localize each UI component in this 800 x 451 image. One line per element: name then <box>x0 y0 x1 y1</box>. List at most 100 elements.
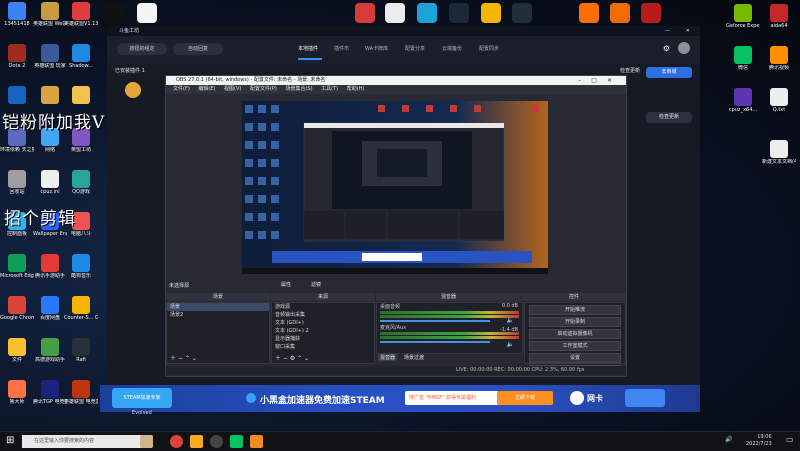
desktop-icon[interactable]: 高德游戏助手 <box>33 338 67 363</box>
avatar[interactable] <box>678 42 690 54</box>
source-item[interactable]: 文本 (GDI+) <box>272 319 374 327</box>
desktop-icon[interactable]: QQ游戏 <box>64 170 98 195</box>
scene-add-remove-icons[interactable]: ＋ − ⌃ ⌄ <box>170 353 197 362</box>
tab-cloud-backup[interactable]: 云端备份 <box>442 45 462 52</box>
mixer-tab[interactable]: 混音器 <box>378 354 398 361</box>
owl-app-icon[interactable] <box>481 3 501 23</box>
mute-speaker-icon[interactable]: 🔈 <box>507 317 514 324</box>
desktop-icon[interactable]: 微信 <box>726 46 760 71</box>
red-app-icon[interactable] <box>641 3 661 23</box>
studio-mode-button[interactable]: 工作室模式 <box>529 341 621 351</box>
desktop-icon[interactable]: Microsoft Edge <box>0 254 34 279</box>
stripe-app-icon[interactable] <box>385 3 405 23</box>
desktop-icon[interactable]: Counter-S... Global Off... <box>64 296 98 321</box>
close-icon[interactable]: ✕ <box>686 26 690 36</box>
desktop-icon[interactable]: aida64 <box>762 4 796 29</box>
scene-item[interactable]: 场景2 <box>167 311 269 319</box>
desktop-icon[interactable]: 新建文本文档(4).txt <box>762 140 796 165</box>
mute-speaker-icon[interactable]: 🔈 <box>507 341 514 348</box>
source-item[interactable]: 音频输出采集 <box>272 311 374 319</box>
source-item[interactable]: 窗口采集 <box>272 343 374 351</box>
desktop-icon[interactable]: 鲁大师 <box>0 380 34 405</box>
speaker-icon[interactable]: 🔊 <box>725 436 732 443</box>
desktop-icon[interactable] <box>0 86 34 105</box>
notification-icon[interactable]: ▭ <box>786 435 794 444</box>
go-store-button[interactable]: 去商城 <box>646 67 692 78</box>
settings-icon[interactable]: ⚙ <box>663 44 670 53</box>
desktop-icon[interactable]: 文件 <box>0 338 34 363</box>
nav-pill-button[interactable]: 按钮的组定 <box>117 43 167 55</box>
menu-file[interactable]: 文件(F) <box>173 86 190 92</box>
desktop-icon[interactable]: Dota 2 <box>0 44 34 69</box>
desktop-icon[interactable]: Rafi <box>64 338 98 363</box>
desktop-icon[interactable]: 英雄联盟 电竞盒 <box>64 380 98 405</box>
window-controls[interactable]: –□✕ <box>578 76 622 85</box>
windows-start-icon[interactable]: ⊞ <box>6 435 14 446</box>
nd-app-icon[interactable] <box>103 3 123 23</box>
blank-file-icon[interactable] <box>137 3 157 23</box>
start-recording-button[interactable]: 开始录制 <box>529 317 621 327</box>
desktop-icon[interactable]: Q.txt <box>762 88 796 113</box>
source-add-remove-icons[interactable]: ＋ − ⚙ ⌃ ⌄ <box>275 353 309 362</box>
dark-circle-app-icon[interactable] <box>512 3 532 23</box>
update-button[interactable]: 检查更新 <box>646 112 692 123</box>
wechat-icon[interactable] <box>230 435 243 448</box>
desktop-icon[interactable]: 百度网盘 <box>33 296 67 321</box>
netease-cloud-music-icon[interactable] <box>355 3 375 23</box>
source-item[interactable]: 显示器捕获 <box>272 335 374 343</box>
desktop-icon[interactable]: Google Chrome <box>0 296 34 321</box>
volume-slider[interactable] <box>380 320 490 322</box>
nav-pill-autoreply[interactable]: 自动回复 <box>173 43 223 55</box>
desktop-icon[interactable]: 腾讯TGP 电竞盒 <box>33 380 67 405</box>
properties-tab[interactable]: 属性 <box>281 281 291 288</box>
source-item[interactable]: 文本 (GDI+) 2 <box>272 327 374 335</box>
steam-icon[interactable] <box>449 3 469 23</box>
taskbar-search-box[interactable]: 在这里输入你要搜索的内容 <box>22 435 146 448</box>
desktop-icon[interactable]: 酷狗音乐 <box>64 254 98 279</box>
file-explorer-icon[interactable] <box>190 435 203 448</box>
menu-edit[interactable]: 编辑(E) <box>198 86 215 92</box>
filters-tab[interactable]: 滤镜 <box>311 281 321 288</box>
gauge-app-icon[interactable] <box>417 3 437 23</box>
desktop-icon[interactable]: 英雄联盟 玩家 <box>33 44 67 69</box>
banner-search-box[interactable]: 搜广告 "HHGF" 获得专属福利 <box>405 391 499 405</box>
minimize-icon[interactable]: — <box>665 26 670 36</box>
folder-app-icon[interactable] <box>610 3 630 23</box>
tab-wa-cards[interactable]: WA卡牌库 <box>365 45 388 52</box>
tab-plugin-market[interactable]: 插件市 <box>334 45 349 52</box>
tab-local-plugins[interactable]: 本地插件 <box>298 45 318 52</box>
chrome-icon[interactable] <box>170 435 183 448</box>
obs-preview-canvas[interactable] <box>242 101 548 274</box>
bird-app-icon[interactable] <box>579 3 599 23</box>
taskbar-app-icon[interactable] <box>140 435 153 448</box>
transitions-tab[interactable]: 场景过渡 <box>402 354 426 361</box>
settings-button[interactable]: 设置 <box>529 353 621 363</box>
desktop-icon[interactable]: 腾讯视频 <box>762 46 796 71</box>
start-streaming-button[interactable]: 开始推流 <box>529 305 621 315</box>
desktop-icon[interactable]: 13451418 <box>0 2 34 27</box>
desktop-icon[interactable]: cpuz_x64... <box>726 88 760 113</box>
desktop-icon[interactable]: cpuz.ini <box>33 170 67 195</box>
menu-profile[interactable]: 配置文件(P) <box>250 86 277 92</box>
menu-scene-collection[interactable]: 场景集合(S) <box>285 86 312 92</box>
desktop-icon[interactable] <box>33 86 67 105</box>
source-item[interactable]: 游戏源 <box>272 303 374 311</box>
menu-help[interactable]: 帮助(H) <box>347 86 365 92</box>
taskbar-app-icon-orange[interactable] <box>250 435 263 448</box>
tray-clock[interactable]: 19:06 2022/7/23 <box>746 434 772 448</box>
scene-item[interactable]: 场景 <box>167 303 269 311</box>
volume-slider[interactable] <box>380 341 490 343</box>
menu-view[interactable]: 视图(V) <box>224 86 241 92</box>
obs-icon[interactable] <box>210 435 223 448</box>
desktop-icon[interactable] <box>64 86 98 105</box>
desktop-icon[interactable]: 英雄联盟 WeGame <box>33 2 67 27</box>
desktop-icon[interactable]: 腾讯手游助手 <box>33 254 67 279</box>
menu-tools[interactable]: 工具(T) <box>321 86 338 92</box>
ad-banner[interactable]: STEAM加速专家 小黑盒加速器免费加速STEAM 搜广告 "HHGF" 获得专… <box>100 385 700 412</box>
tab-config-share[interactable]: 配置分享 <box>405 45 425 52</box>
desktop-icon[interactable]: Shadow... <box>64 44 98 69</box>
desktop-icon[interactable]: 英雄联盟V1.13 微信小程序 <box>64 2 98 27</box>
tab-config-sync[interactable]: 配置同步 <box>479 45 499 52</box>
start-virtual-camera-button[interactable]: 启动虚拟摄像机 <box>529 329 621 339</box>
desktop-icon[interactable]: 回收站 <box>0 170 34 195</box>
